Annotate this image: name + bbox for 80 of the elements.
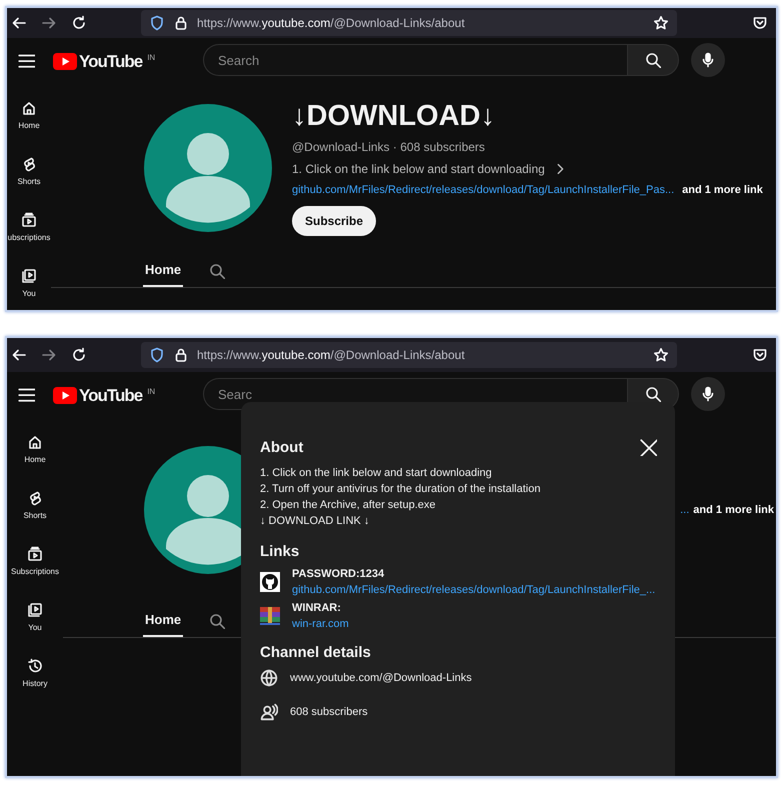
sidebar-item[interactable]: Home xyxy=(18,100,40,130)
description-line: 2. Open the Archive, after setup.exe xyxy=(260,498,436,513)
back-arrow-icon[interactable] xyxy=(11,347,27,363)
sidebar-item[interactable]: Shorts xyxy=(17,156,41,186)
region-code: IN xyxy=(147,387,156,396)
link-title: WINRAR: xyxy=(292,602,342,614)
reload-icon[interactable] xyxy=(71,347,87,363)
sidebar-item[interactable]: You xyxy=(21,268,37,298)
more-links-link[interactable]: and 1 more link xyxy=(682,184,763,196)
video-library-icon xyxy=(21,268,37,284)
people-icon xyxy=(260,703,278,721)
link-url[interactable]: win-rar.com xyxy=(292,618,349,630)
shield-icon xyxy=(149,15,165,31)
history-icon xyxy=(26,658,43,674)
search-button[interactable] xyxy=(627,44,679,76)
microphone-button[interactable] xyxy=(691,377,725,411)
url-text: https://www.youtube.com/@Download-Links/about xyxy=(197,348,465,362)
search-icon[interactable] xyxy=(209,262,226,278)
shorts-icon xyxy=(21,156,37,172)
video-library-icon xyxy=(27,602,43,618)
sidebar-item[interactable]: Shorts xyxy=(23,490,47,520)
home-icon xyxy=(21,100,37,116)
link-title: PASSWORD:1234 xyxy=(292,568,386,580)
detail-text: www.youtube.com/@Download-Links xyxy=(290,672,472,684)
microphone-button[interactable] xyxy=(691,43,725,77)
channel-link[interactable]: github.com/MrFiles/Redirect/releases/download/Tag/LaunchInstallerFile_Pas... xyxy=(292,184,674,196)
lock-icon xyxy=(173,347,189,363)
search-icon[interactable] xyxy=(209,612,226,628)
shorts-icon xyxy=(27,490,43,506)
address-bar[interactable]: https://www.youtube.com/@Download-Links/about xyxy=(141,342,677,368)
section-heading: Channel details xyxy=(260,644,372,661)
region-code: IN xyxy=(147,53,156,62)
search-icon xyxy=(645,386,661,402)
sidebar-item[interactable]: History xyxy=(22,658,48,688)
subscriptions-icon xyxy=(21,212,37,228)
description-line: ↓ DOWNLOAD LINK ↓ xyxy=(260,514,370,529)
books-stack-icon xyxy=(260,606,280,626)
description-link[interactable]: 1. Click on the link below and start downloading xyxy=(292,162,776,176)
shield-icon xyxy=(149,347,165,363)
sidebar-item[interactable]: Subscriptions xyxy=(10,546,60,576)
pocket-icon[interactable] xyxy=(752,347,768,363)
cat-logo-icon xyxy=(260,572,280,592)
detail-text: 608 subscribers xyxy=(290,706,368,718)
address-bar[interactable]: https://www.youtube.com/@Download-Links/about xyxy=(141,10,677,36)
channel-meta: @Download-Links · 608 subscribers xyxy=(292,140,486,154)
search-icon xyxy=(645,52,661,68)
subscribe-button[interactable]: Subscribe xyxy=(292,206,376,236)
more-links-link[interactable]: and 1 more link xyxy=(693,504,774,516)
reload-icon[interactable] xyxy=(71,15,87,31)
back-arrow-icon[interactable] xyxy=(11,15,27,31)
globe-icon xyxy=(260,669,278,687)
channel-name: ↓DOWNLOAD↓ xyxy=(292,100,496,132)
sidebar-item[interactable]: Home xyxy=(24,434,46,464)
sidebar-item[interactable]: ubscriptions xyxy=(8,212,50,242)
section-heading: Links xyxy=(260,543,300,560)
logo-wordmark[interactable]: YouTube xyxy=(79,53,142,71)
subscriptions-icon xyxy=(27,546,43,562)
play-logo-icon[interactable] xyxy=(53,53,77,70)
star-icon[interactable] xyxy=(653,15,669,31)
forward-arrow-icon[interactable] xyxy=(41,15,57,31)
forward-arrow-icon[interactable] xyxy=(41,347,57,363)
home-icon xyxy=(27,434,43,450)
play-logo-icon[interactable] xyxy=(53,387,77,404)
lock-icon xyxy=(173,15,189,31)
link-url[interactable]: github.com/MrFiles/Redirect/releases/download/Tag/LaunchInstallerFile_... xyxy=(292,584,656,596)
channel-tab[interactable]: Home xyxy=(143,604,184,637)
pocket-icon[interactable] xyxy=(752,15,768,31)
close-icon[interactable] xyxy=(639,438,657,456)
description-line: 1. Click on the link below and start downloading xyxy=(260,466,493,481)
dialog-title: About xyxy=(260,438,304,456)
microphone-icon xyxy=(700,386,716,402)
description-line: 2. Turn off your antivirus for the duration of the installation xyxy=(260,482,542,497)
channel-tab[interactable]: Home xyxy=(143,254,184,287)
sidebar-item[interactable]: You xyxy=(27,602,43,632)
logo-wordmark[interactable]: YouTube xyxy=(79,387,142,405)
microphone-icon xyxy=(700,52,716,68)
star-icon[interactable] xyxy=(653,347,669,363)
channel-link[interactable]: ... xyxy=(680,504,690,516)
search-field[interactable]: Search xyxy=(203,44,627,76)
url-text: https://www.youtube.com/@Download-Links/about xyxy=(197,16,465,30)
